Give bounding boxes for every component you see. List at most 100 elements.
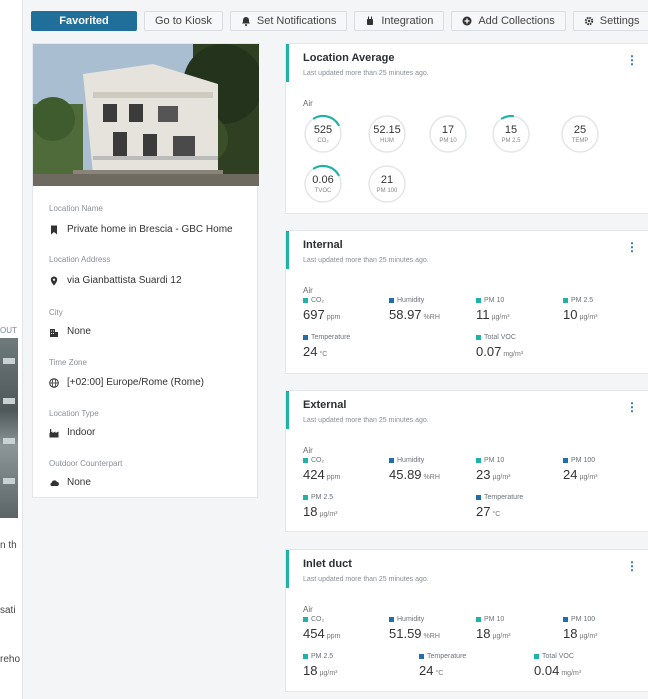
metric-total-voc: Total VOC 0.04 mg/m³ (534, 653, 581, 678)
card-updated: Last updated more than 25 minutes ago. (303, 257, 429, 264)
location-average-card: Location Average Last updated more than … (285, 43, 648, 214)
gauge-temp: 25 TEMP (560, 114, 600, 154)
background-text: OUT (0, 326, 17, 335)
go-to-kiosk-button[interactable]: Go to Kiosk (144, 11, 223, 31)
metric-pm-2-5: PM 2.5 18 µg/m³ (303, 653, 338, 678)
metric-unit: mg/m³ (503, 351, 524, 358)
metric-label: CO₂ (311, 297, 325, 304)
metric-value: 58.97 (389, 307, 422, 322)
more-menu-icon[interactable]: ⋮ (626, 241, 638, 253)
location-type-label: Location Type (49, 409, 99, 418)
favorited-button[interactable]: Favorited (31, 11, 137, 31)
gauge-tvoc: 0.06 TVOC (303, 164, 343, 204)
integration-button[interactable]: Integration (354, 11, 445, 31)
gauge-value: 21 (380, 174, 394, 186)
metric-value: 424 (303, 467, 325, 482)
metric-unit: %RH (423, 474, 440, 481)
legend-swatch (563, 298, 568, 303)
legend-swatch (303, 335, 308, 340)
metric-temperature: Temperature 24 °C (303, 334, 350, 359)
set-notifications-button[interactable]: Set Notifications (229, 11, 348, 31)
metric-co: CO₂ 424 ppm (303, 457, 340, 482)
add-collections-button[interactable]: Add Collections (451, 11, 566, 31)
background-image (0, 338, 18, 518)
gauge-pm-2-5: 15 PM 2.5 (491, 114, 531, 154)
settings-label: Settings (599, 15, 640, 27)
gauge-label: CO₂ (317, 138, 329, 144)
legend-swatch (303, 495, 308, 500)
metric-label: PM 10 (484, 457, 505, 464)
location-name: Private home in Brescia - GBC Home (49, 224, 233, 235)
legend-swatch (303, 654, 308, 659)
metric-value: 45.89 (389, 467, 422, 482)
metric-temperature: Temperature 27 °C (476, 494, 523, 519)
metric-pm-10: PM 10 23 µg/m³ (476, 457, 511, 482)
toolbar: Favorited Go to Kiosk Set Notifications … (31, 11, 648, 31)
metric-humidity: Humidity 51.59 %RH (389, 616, 440, 641)
city-value: None (67, 326, 91, 337)
metric-label: PM 10 (484, 616, 505, 623)
add-collections-label: Add Collections (478, 15, 555, 27)
metric-label: Humidity (397, 297, 425, 304)
more-menu-icon[interactable]: ⋮ (626, 54, 638, 66)
legend-swatch (389, 617, 394, 622)
metric-pm-10: PM 10 11 µg/m³ (476, 297, 510, 322)
metric-value: 24 (303, 344, 318, 359)
card-updated: Last updated more than 25 minutes ago. (303, 417, 429, 424)
background-page: OUT n th sati reho (0, 0, 22, 699)
legend-swatch (476, 298, 481, 303)
legend-swatch (563, 458, 568, 463)
metric-value: 18 (303, 663, 318, 678)
legend-swatch (563, 617, 568, 622)
integration-icon (367, 16, 374, 25)
metric-unit: µg/m³ (319, 511, 338, 518)
metric-co: CO₂ 697 ppm (303, 297, 340, 322)
metric-value: 10 (563, 307, 578, 322)
background-text: sati (0, 605, 16, 616)
legend-swatch (389, 458, 394, 463)
industry-icon (49, 428, 59, 437)
outdoor-counterpart-label: Outdoor Counterpart (49, 459, 123, 468)
legend-swatch (303, 458, 308, 463)
metric-unit: %RH (423, 314, 440, 321)
metric-unit: ppm (326, 314, 341, 321)
metric-co: CO₂ 454 ppm (303, 616, 340, 641)
globe-icon (49, 377, 59, 388)
settings-button[interactable]: Settings (572, 11, 648, 31)
more-menu-icon[interactable]: ⋮ (626, 401, 638, 413)
legend-swatch (476, 335, 481, 340)
gauge-label: PM 100 (376, 188, 398, 194)
metric-label: PM 2.5 (571, 297, 594, 304)
section-air-label: Air (303, 605, 313, 614)
gauge-label: TEMP (571, 138, 589, 144)
metric-value: 23 (476, 467, 491, 482)
metric-pm-2-5: PM 2.5 18 µg/m³ (303, 494, 338, 519)
metric-humidity: Humidity 45.89 %RH (389, 457, 440, 482)
location-address: via Gianbattista Suardi 12 (49, 275, 182, 286)
metric-label: PM 2.5 (311, 653, 334, 660)
metric-label: Total VOC (484, 334, 516, 341)
metric-label: PM 10 (484, 297, 505, 304)
metric-pm-2-5: PM 2.5 10 µg/m³ (563, 297, 598, 322)
map-pin-icon (50, 276, 58, 285)
gauge-label: TVOC (314, 188, 332, 194)
favorited-label: Favorited (59, 15, 109, 27)
location-detail-panel: Favorited Go to Kiosk Set Notifications … (22, 0, 648, 699)
building-icon (50, 328, 58, 337)
inlet-duct-card: Inlet duct Last updated more than 25 min… (285, 549, 648, 692)
metric-unit: ppm (326, 633, 341, 640)
card-accent (286, 550, 289, 588)
background-text: n th (0, 540, 17, 551)
bookmark-icon (51, 225, 57, 234)
gauge-pm-10: 17 PM 10 (428, 114, 468, 154)
gauge-label: PM 2.5 (501, 138, 521, 144)
metric-unit: °C (435, 670, 444, 677)
gauge-value: 15 (504, 124, 518, 136)
time-zone-value: [+02:00] Europe/Rome (Rome) (67, 377, 205, 388)
metric-unit: µg/m³ (491, 314, 510, 321)
metric-value: 0.04 (534, 663, 560, 678)
metric-unit: µg/m³ (492, 474, 511, 481)
more-menu-icon[interactable]: ⋮ (626, 560, 638, 572)
metric-value: 18 (303, 504, 318, 519)
location-name-label: Location Name (49, 204, 103, 213)
